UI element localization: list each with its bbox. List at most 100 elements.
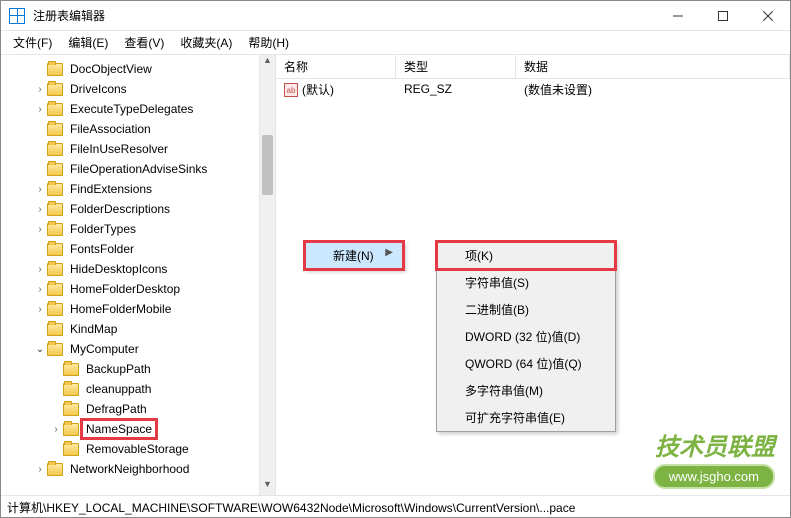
folder-icon — [63, 443, 79, 456]
ctx-binary[interactable]: 二进制值(B) — [437, 296, 615, 323]
maximize-button[interactable] — [700, 1, 745, 31]
menubar: 文件(F) 编辑(E) 查看(V) 收藏夹(A) 帮助(H) — [1, 31, 790, 55]
registry-tree[interactable]: DocObjectView › DriveIcons › ExecuteTypeDele… — [1, 55, 275, 483]
tree-item[interactable]: FontsFolder — [1, 239, 275, 259]
folder-icon — [63, 363, 79, 376]
tree-item[interactable]: ›FolderTypes — [1, 219, 275, 239]
window-controls — [655, 1, 790, 31]
menu-view[interactable]: 查看(V) — [116, 32, 172, 53]
tree-item-label: BackupPath — [83, 361, 154, 377]
tree-item[interactable]: › FindExtensions — [1, 179, 275, 199]
folder-icon — [47, 303, 63, 316]
column-data[interactable]: 数据 — [516, 54, 790, 79]
list-row[interactable]: ab(默认) REG_SZ (数值未设置) — [276, 79, 790, 99]
tree-item-label: NameSpace — [83, 421, 155, 437]
folder-icon — [47, 123, 63, 136]
titlebar: 注册表编辑器 — [1, 1, 790, 31]
tree-item-label: ExecuteTypeDelegates — [67, 101, 196, 117]
ctx-key-label: 项(K) — [465, 249, 493, 263]
menu-help[interactable]: 帮助(H) — [240, 32, 297, 53]
ctx-string-label: 字符串值(S) — [465, 276, 529, 290]
folder-icon — [47, 223, 63, 236]
folder-icon — [47, 323, 63, 336]
value-name: (默认) — [302, 83, 334, 97]
tree-item[interactable]: KindMap — [1, 319, 275, 339]
folder-icon — [47, 243, 63, 256]
tree-item-label: cleanuppath — [83, 381, 154, 397]
folder-icon — [47, 103, 63, 116]
folder-icon — [47, 283, 63, 296]
tree-item-label: FileOperationAdviseSinks — [67, 161, 210, 177]
tree-item-label: DriveIcons — [67, 81, 130, 97]
scroll-up-icon[interactable]: ▲ — [260, 55, 275, 71]
watermark-text: 技术员联盟 — [653, 427, 775, 462]
scroll-thumb[interactable] — [262, 135, 273, 195]
menu-favorites[interactable]: 收藏夹(A) — [172, 32, 240, 53]
cell-data: (数值未设置) — [516, 79, 790, 100]
chevron-icon[interactable]: › — [33, 224, 47, 235]
ctx-multi[interactable]: 多字符串值(M) — [437, 377, 615, 404]
ctx-qword[interactable]: QWORD (64 位)值(Q) — [437, 350, 615, 377]
tree-item[interactable]: BackupPath — [1, 359, 275, 379]
tree-item-label: HideDesktopIcons — [67, 261, 170, 277]
chevron-icon[interactable]: › — [33, 84, 47, 95]
column-type[interactable]: 类型 — [396, 54, 516, 79]
tree-item[interactable]: › HomeFolderMobile — [1, 299, 275, 319]
ctx-key[interactable]: 项(K) — [437, 242, 615, 269]
tree-item[interactable]: ›NetworkNeighborhood — [1, 459, 275, 479]
ctx-dword[interactable]: DWORD (32 位)值(D) — [437, 323, 615, 350]
tree-item-label: HomeFolderMobile — [67, 301, 174, 317]
watermark: 技术员联盟 www.jsgho.com — [653, 427, 775, 489]
tree-item[interactable]: › ExecuteTypeDelegates — [1, 99, 275, 119]
tree-item[interactable]: › FolderDescriptions — [1, 199, 275, 219]
ctx-new[interactable]: 新建(N) ▶ — [305, 242, 403, 269]
ctx-new-label: 新建(N) — [333, 249, 374, 263]
minimize-button[interactable] — [655, 1, 700, 31]
chevron-icon[interactable]: › — [33, 104, 47, 115]
tree-item[interactable]: ⌄ MyComputer — [1, 339, 275, 359]
folder-icon — [63, 423, 79, 436]
tree-item[interactable]: FileOperationAdviseSinks — [1, 159, 275, 179]
tree-item-label: FolderDescriptions — [67, 201, 173, 217]
tree-item-label: FindExtensions — [67, 181, 155, 197]
folder-icon — [47, 203, 63, 216]
tree-item[interactable]: ›HomeFolderDesktop — [1, 279, 275, 299]
menu-file[interactable]: 文件(F) — [5, 32, 60, 53]
tree-item[interactable]: cleanuppath — [1, 379, 275, 399]
column-name[interactable]: 名称 — [276, 54, 396, 79]
submenu-arrow-icon: ▶ — [385, 247, 393, 258]
tree-scrollbar[interactable]: ▲ ▼ — [259, 55, 275, 495]
tree-item-label: DefragPath — [83, 401, 150, 417]
ctx-qword-label: QWORD (64 位)值(Q) — [465, 357, 582, 371]
chevron-icon[interactable]: › — [33, 304, 47, 315]
tree-item[interactable]: › NameSpace — [1, 419, 275, 439]
tree-item[interactable]: › DriveIcons — [1, 79, 275, 99]
cell-type: REG_SZ — [396, 80, 516, 98]
chevron-icon[interactable]: › — [33, 284, 47, 295]
chevron-icon[interactable]: › — [49, 424, 63, 435]
tree-item[interactable]: RemovableStorage — [1, 439, 275, 459]
tree-item-label: MyComputer — [67, 341, 142, 357]
menu-edit[interactable]: 编辑(E) — [60, 32, 116, 53]
window-title: 注册表编辑器 — [33, 7, 655, 24]
chevron-icon[interactable]: › — [33, 264, 47, 275]
ctx-expand[interactable]: 可扩充字符串值(E) — [437, 404, 615, 431]
list-header: 名称 类型 数据 — [276, 55, 790, 79]
tree-item[interactable]: FileAssociation — [1, 119, 275, 139]
folder-icon — [47, 163, 63, 176]
ctx-string[interactable]: 字符串值(S) — [437, 269, 615, 296]
tree-item[interactable]: FileInUseResolver — [1, 139, 275, 159]
scroll-down-icon[interactable]: ▼ — [260, 479, 275, 495]
close-button[interactable] — [745, 1, 790, 31]
folder-icon — [63, 383, 79, 396]
folder-icon — [47, 143, 63, 156]
chevron-icon[interactable]: › — [33, 204, 47, 215]
chevron-icon[interactable]: › — [33, 464, 47, 475]
tree-item[interactable]: › HideDesktopIcons — [1, 259, 275, 279]
tree-item[interactable]: DefragPath — [1, 399, 275, 419]
tree-item-label: DocObjectView — [67, 61, 155, 77]
chevron-icon[interactable]: › — [33, 184, 47, 195]
chevron-icon[interactable]: ⌄ — [33, 344, 47, 355]
tree-item[interactable]: DocObjectView — [1, 59, 275, 79]
statusbar: 计算机\HKEY_LOCAL_MACHINE\SOFTWARE\WOW6432N… — [1, 495, 790, 517]
